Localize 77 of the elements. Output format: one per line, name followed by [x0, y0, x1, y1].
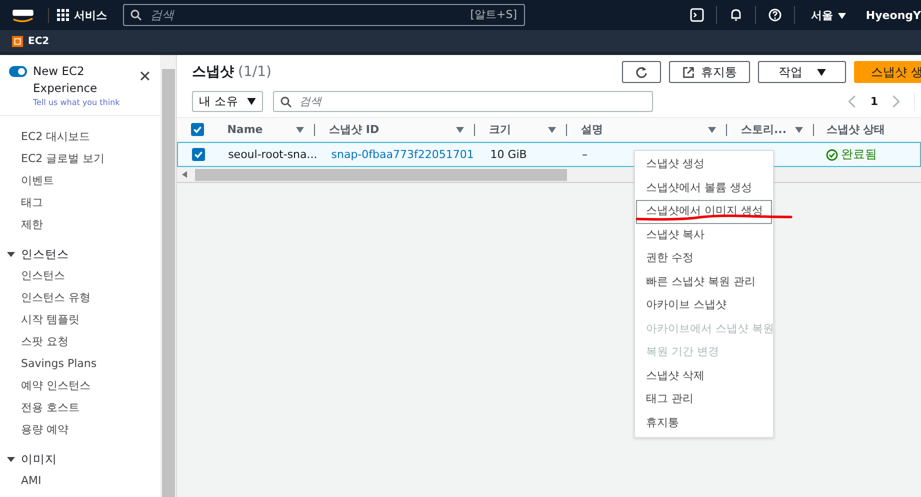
nav-item[interactable]: 전용 호스트 — [0, 397, 160, 419]
nav-item[interactable]: 태그 — [0, 192, 160, 214]
table-cell: 10 GiB — [490, 148, 527, 161]
column-header[interactable]: 크기 — [488, 122, 548, 137]
table-cell: – — [582, 148, 588, 161]
account-menu[interactable]: HyeongY — [866, 8, 921, 22]
sort-icon[interactable] — [456, 126, 464, 132]
grid-icon — [57, 9, 69, 21]
nav-section-header[interactable]: 인스턴스 — [0, 243, 160, 265]
bell-icon[interactable] — [728, 8, 743, 22]
nav-item[interactable]: 용량 예약 — [0, 419, 160, 441]
feedback-link[interactable]: Tell us what you think — [33, 98, 120, 107]
help-icon[interactable] — [768, 8, 782, 22]
refresh-button[interactable] — [622, 61, 661, 83]
nav-item[interactable]: 제한 — [0, 214, 160, 236]
recycle-bin-button[interactable]: 휴지통 — [669, 61, 750, 83]
menu-item[interactable]: 스냅샷 복사 — [636, 224, 772, 247]
caret-down-icon — [816, 68, 826, 76]
close-icon[interactable] — [140, 71, 150, 81]
column-header[interactable]: 스냅샷 상태 — [826, 122, 921, 137]
menu-item[interactable]: 빠른 스냅샷 복원 관리 — [636, 270, 772, 294]
column-header[interactable]: Name — [227, 123, 296, 136]
filter-dropdown[interactable]: 내 소유 — [192, 91, 263, 112]
item-count: (1/1) — [238, 64, 272, 80]
column-header[interactable]: 스냅샷 ID — [329, 122, 456, 137]
nav-item[interactable]: AMI — [0, 470, 160, 492]
caret-icon — [7, 250, 15, 258]
sort-icon[interactable] — [708, 126, 716, 132]
sort-icon[interactable] — [795, 126, 804, 132]
chip-icon[interactable] — [12, 36, 23, 46]
search-icon — [280, 96, 292, 108]
shortcut-hint: [알트+S] — [470, 7, 517, 22]
select-all-checkbox[interactable] — [191, 123, 204, 136]
actions-dropdown[interactable]: 작업 — [758, 61, 846, 83]
menu-item[interactable]: 스냅샷에서 이미지 생성 — [636, 200, 772, 224]
nav-item[interactable]: 이벤트 — [0, 170, 160, 192]
sort-icon[interactable] — [548, 126, 556, 132]
nav-item[interactable]: 인스턴스 — [0, 265, 160, 287]
snapshot-id-link[interactable]: snap-0fbaa773f22051701 — [331, 148, 474, 161]
menu-item[interactable]: 아카이브 스냅샷 — [636, 294, 772, 318]
nav-item[interactable]: EC2 대시보드 — [0, 126, 160, 148]
menu-item[interactable]: 휴지통 — [636, 412, 772, 435]
column-header[interactable]: 스토리... — [740, 122, 796, 137]
menu-item[interactable]: 스냅샷에서 볼륨 생성 — [636, 176, 772, 200]
nav-item[interactable]: 예약 인스턴스 — [0, 375, 160, 397]
toggle-switch[interactable] — [9, 66, 27, 77]
nav-item[interactable]: EC2 글로벌 보기 — [0, 148, 160, 170]
service-link[interactable]: EC2 — [28, 36, 50, 46]
caret-down-icon — [246, 98, 256, 105]
row-checkbox[interactable] — [192, 148, 205, 161]
check-circle-icon — [826, 148, 838, 160]
toggle-label: New EC2 Experience — [33, 63, 98, 97]
caret-down-icon — [838, 12, 846, 18]
nav-section-header[interactable]: 이미지 — [0, 448, 160, 470]
menu-item[interactable]: 권한 수정 — [636, 247, 772, 270]
create-snapshot-button[interactable]: 스냅샷 생 — [854, 61, 921, 83]
page-number[interactable]: 1 — [870, 95, 878, 108]
nav-item[interactable]: 스팟 요청 — [0, 331, 160, 353]
menu-item[interactable]: 태그 관리 — [636, 388, 772, 412]
nav-item[interactable]: Savings Plans — [0, 353, 160, 375]
table-cell: seoul-root-sna... — [228, 148, 318, 161]
external-link-icon — [682, 66, 695, 78]
column-header[interactable]: 설명 — [581, 122, 708, 137]
menu-item[interactable]: 스냅샷 삭제 — [636, 364, 772, 388]
region-dropdown[interactable]: 서울 — [804, 6, 852, 24]
search-icon — [130, 9, 142, 21]
nav-item[interactable]: 시작 템플릿 — [0, 309, 160, 331]
scroll-left-icon[interactable] — [182, 171, 187, 178]
sort-icon[interactable] — [296, 126, 304, 132]
refresh-icon — [635, 66, 648, 78]
nav-item[interactable]: 인스턴스 유형 — [0, 287, 160, 309]
services-button[interactable]: 서비스 — [48, 8, 115, 22]
search-field[interactable]: 검색 — [272, 91, 653, 112]
panel-title: 스냅샷 — [192, 63, 234, 81]
status-text: 완료됨 — [840, 146, 877, 163]
caret-icon — [7, 455, 15, 463]
terminal-icon[interactable] — [690, 8, 704, 22]
